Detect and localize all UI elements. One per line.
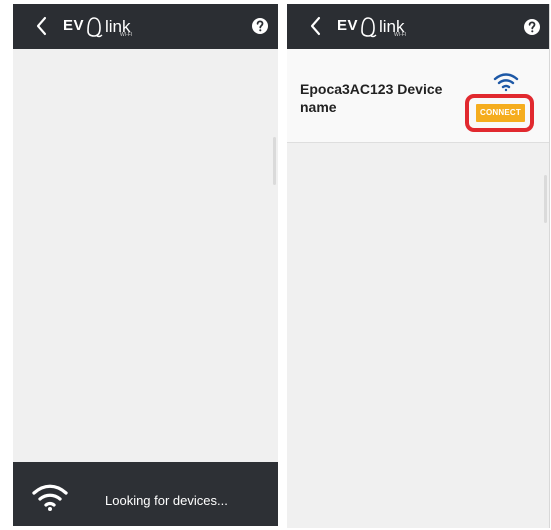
left-device-list-empty-area (13, 49, 278, 462)
left-logo-subtext: WI-FI (120, 32, 133, 38)
connect-button[interactable]: CONNECT (476, 104, 525, 122)
left-ev-link-logo: EV link WI-FI (63, 12, 148, 42)
right-device-list: Epoca3AC123 Device name CONNECT (287, 49, 549, 528)
left-help-button[interactable] (251, 17, 269, 35)
ev-link-logo-icon: link (87, 17, 131, 38)
wifi-icon (31, 483, 69, 512)
right-scroll-indicator[interactable] (544, 175, 547, 223)
connect-button-highlight: CONNECT (465, 94, 534, 132)
chevron-left-icon (310, 16, 321, 36)
device-name: Epoca3AC123 Device name (300, 81, 443, 115)
question-circle-icon (524, 19, 540, 35)
left-back-button[interactable] (31, 14, 53, 38)
looking-for-devices-text: Looking for devices... (105, 493, 228, 508)
question-circle-icon (252, 18, 268, 34)
device-search-status-bar: Looking for devices... (13, 462, 278, 526)
right-ev-link-logo: EV link WI-FI (337, 12, 422, 42)
left-app-bar: EV link WI-FI (13, 4, 278, 49)
right-app-bar: EV link WI-FI (287, 4, 549, 49)
left-phone-screen: EV link WI-FI Looking for devices... (13, 4, 278, 526)
device-list-item[interactable]: Epoca3AC123 Device name CONNECT (287, 49, 549, 143)
right-back-button[interactable] (305, 14, 327, 38)
wifi-signal-icon (493, 72, 519, 92)
tutorial-screenshot-pair: EV link WI-FI Looking for devices... EV … (0, 0, 551, 530)
chevron-left-icon (36, 16, 47, 36)
right-help-button[interactable] (523, 18, 541, 36)
right-logo-prefix: EV (337, 17, 359, 34)
right-logo-subtext: WI-FI (394, 32, 407, 38)
left-scroll-indicator[interactable] (273, 137, 276, 185)
left-logo-prefix: EV (63, 17, 85, 34)
right-logo-mark: link WI-FI (360, 12, 422, 42)
ev-link-logo-icon: link (361, 17, 405, 38)
left-logo-mark: link WI-FI (86, 12, 148, 42)
right-phone-screen: EV link WI-FI Epoca3AC123 Device name CO… (287, 4, 550, 528)
